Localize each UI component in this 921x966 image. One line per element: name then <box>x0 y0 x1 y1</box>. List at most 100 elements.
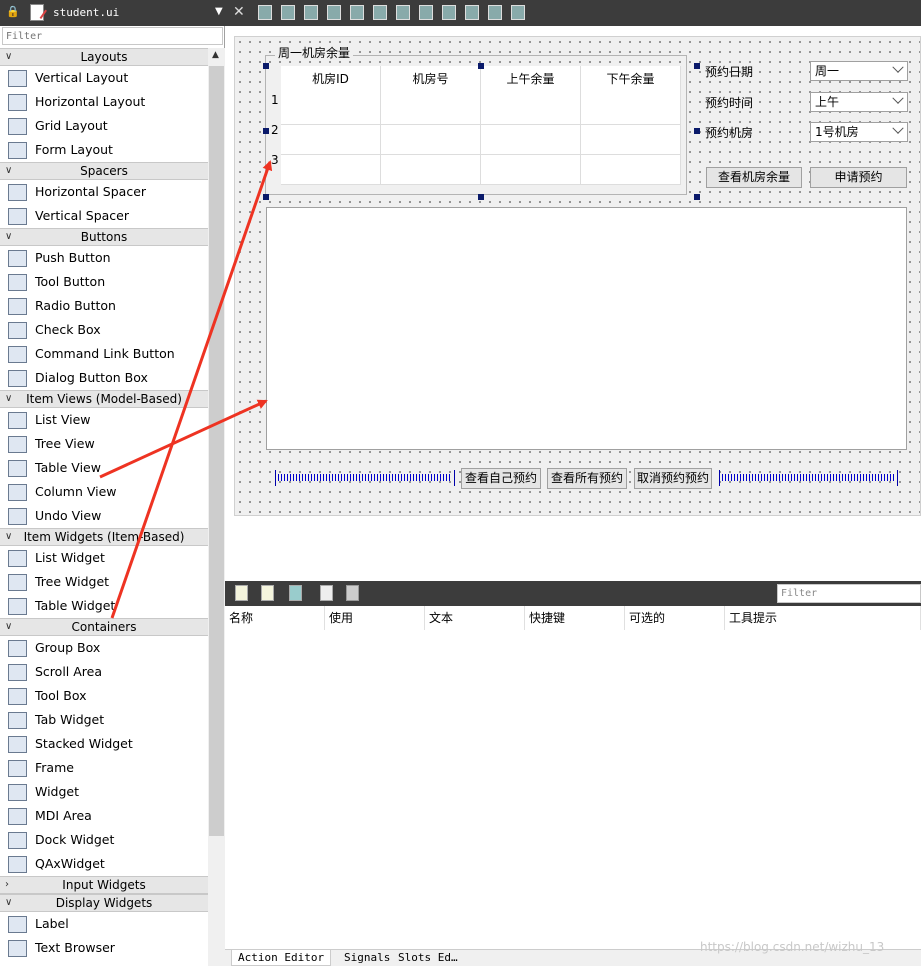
scroll-up-arrow-icon[interactable]: ▲ <box>212 50 219 60</box>
wrench-icon[interactable] <box>346 585 359 601</box>
lay-out-horizontally-icon[interactable] <box>350 5 364 20</box>
widget-box-item[interactable]: Scroll Area <box>0 660 208 684</box>
edit-widgets-icon[interactable] <box>258 5 272 20</box>
widget-box-item[interactable]: Command Link Button <box>0 342 208 366</box>
widget-box-item[interactable]: Horizontal Spacer <box>0 180 208 204</box>
widget-box-item[interactable]: Widget <box>0 780 208 804</box>
view-own-button[interactable]: 查看自己预约 <box>461 468 541 489</box>
new-action-icon[interactable] <box>235 585 248 601</box>
lay-out-vertically-icon[interactable] <box>373 5 387 20</box>
widget-category[interactable]: ∨ Layouts <box>0 48 208 66</box>
widget-category[interactable]: › Input Widgets <box>0 876 208 894</box>
widget-category[interactable]: ∨ Item Widgets (Item-Based) <box>0 528 208 546</box>
form-layout-icon[interactable] <box>442 5 456 20</box>
table-row-header[interactable]: 3 <box>267 135 281 167</box>
paste-action-icon[interactable] <box>289 585 302 601</box>
widget-box-item[interactable]: Grid Layout <box>0 114 208 138</box>
widget-box-item[interactable]: Push Button <box>0 246 208 270</box>
selection-handle[interactable] <box>478 194 484 200</box>
view-all-button[interactable]: 查看所有预约 <box>547 468 627 489</box>
table-header-cell[interactable]: 上午余量 <box>481 66 581 95</box>
table-cell[interactable] <box>481 95 581 125</box>
table-cell[interactable] <box>281 125 381 155</box>
widget-box-item[interactable]: Text Browser <box>0 936 208 960</box>
widget-box-item[interactable]: MDI Area <box>0 804 208 828</box>
table-widget[interactable]: 机房ID 机房号 上午余量 下午余量 1 2 3 <box>267 66 683 194</box>
check-remaining-button[interactable]: 查看机房余量 <box>706 167 802 188</box>
widget-box-scrollbar[interactable]: ▲ <box>208 48 225 966</box>
widget-filter-field[interactable] <box>2 27 223 45</box>
widget-box-item[interactable]: Frame <box>0 756 208 780</box>
lock-icon[interactable]: 🔒 <box>6 5 20 19</box>
action-column-header[interactable]: 名称 <box>225 606 325 630</box>
widget-box-item[interactable]: List View <box>0 408 208 432</box>
widget-category[interactable]: ∨ Item Views (Model-Based) <box>0 390 208 408</box>
widget-box-item[interactable]: Vertical Layout <box>0 66 208 90</box>
widget-box-item[interactable]: Undo View <box>0 504 208 528</box>
time-combo[interactable]: 上午 <box>810 92 908 112</box>
table-header-cell[interactable]: 下午余量 <box>581 66 681 95</box>
horizontal-spacer[interactable] <box>275 470 455 486</box>
adjust-size-icon[interactable] <box>511 5 525 20</box>
horizontal-spacer[interactable] <box>719 470 898 486</box>
widget-box-item[interactable]: Table View <box>0 456 208 480</box>
widget-box-item[interactable]: Tab Widget <box>0 708 208 732</box>
widget-box-item[interactable]: Radio Button <box>0 294 208 318</box>
tab-action-editor[interactable]: Action Editor <box>231 950 332 966</box>
table-cell[interactable] <box>581 95 681 125</box>
tab-signals[interactable]: Signals <box>338 950 396 966</box>
selection-handle[interactable] <box>263 194 269 200</box>
close-icon[interactable]: ✕ <box>233 4 247 20</box>
widget-category[interactable]: ∨ Spacers <box>0 162 208 180</box>
table-cell[interactable] <box>581 155 681 185</box>
action-filter-input[interactable]: Filter <box>777 584 921 603</box>
widget-box-item[interactable]: Form Layout <box>0 138 208 162</box>
chevron-down-icon[interactable]: ▼ <box>215 6 223 17</box>
edit-tab-order-icon[interactable] <box>327 5 341 20</box>
action-column-header[interactable]: 工具提示 <box>725 606 921 630</box>
break-layout-icon[interactable] <box>488 5 502 20</box>
table-cell[interactable] <box>581 125 681 155</box>
splitter-horizontal-icon[interactable] <box>396 5 410 20</box>
widget-box-item[interactable]: Vertical Spacer <box>0 204 208 228</box>
widget-box-item[interactable]: Tool Box <box>0 684 208 708</box>
table-cell[interactable] <box>481 125 581 155</box>
widget-box-item[interactable]: Table Widget <box>0 594 208 618</box>
cancel-reservation-button[interactable]: 取消预约预约 <box>634 468 712 489</box>
date-combo[interactable]: 周一 <box>810 61 908 81</box>
table-header-cell[interactable]: 机房号 <box>381 66 481 95</box>
result-text-widget[interactable] <box>266 207 907 450</box>
file-name[interactable]: student.ui <box>53 6 119 19</box>
widget-box-item[interactable]: Column View <box>0 480 208 504</box>
action-column-header[interactable]: 使用 <box>325 606 425 630</box>
table-cell[interactable] <box>381 155 481 185</box>
splitter-vertical-icon[interactable] <box>419 5 433 20</box>
widget-box-item[interactable]: Label <box>0 912 208 936</box>
selection-handle[interactable] <box>694 128 700 134</box>
action-column-header[interactable]: 文本 <box>425 606 525 630</box>
table-cell[interactable] <box>281 95 381 125</box>
selection-handle[interactable] <box>263 128 269 134</box>
widget-box-item[interactable]: QAxWidget <box>0 852 208 876</box>
widget-box-item[interactable]: Dialog Button Box <box>0 366 208 390</box>
widget-category[interactable]: ∨ Containers <box>0 618 208 636</box>
selection-handle[interactable] <box>478 63 484 69</box>
selection-handle[interactable] <box>694 63 700 69</box>
widget-box-item[interactable]: Tool Button <box>0 270 208 294</box>
widget-box-item[interactable]: Horizontal Layout <box>0 90 208 114</box>
table-row-header[interactable]: 2 <box>267 105 281 137</box>
action-column-header[interactable]: 快捷键 <box>525 606 625 630</box>
table-row-header[interactable]: 1 <box>267 75 281 107</box>
table-cell[interactable] <box>381 125 481 155</box>
tab-slots-editor[interactable]: Slots Ed… <box>392 950 464 966</box>
table-header-cell[interactable]: 机房ID <box>281 66 381 95</box>
grid-layout-icon[interactable] <box>465 5 479 20</box>
widget-box-item[interactable]: Dock Widget <box>0 828 208 852</box>
widget-category[interactable]: ∨ Buttons <box>0 228 208 246</box>
table-cell[interactable] <box>481 155 581 185</box>
apply-button[interactable]: 申请预约 <box>810 167 907 188</box>
delete-action-icon[interactable] <box>320 585 333 601</box>
widget-box-item[interactable]: List Widget <box>0 546 208 570</box>
edit-signals-icon[interactable] <box>281 5 295 20</box>
table-cell[interactable] <box>281 155 381 185</box>
